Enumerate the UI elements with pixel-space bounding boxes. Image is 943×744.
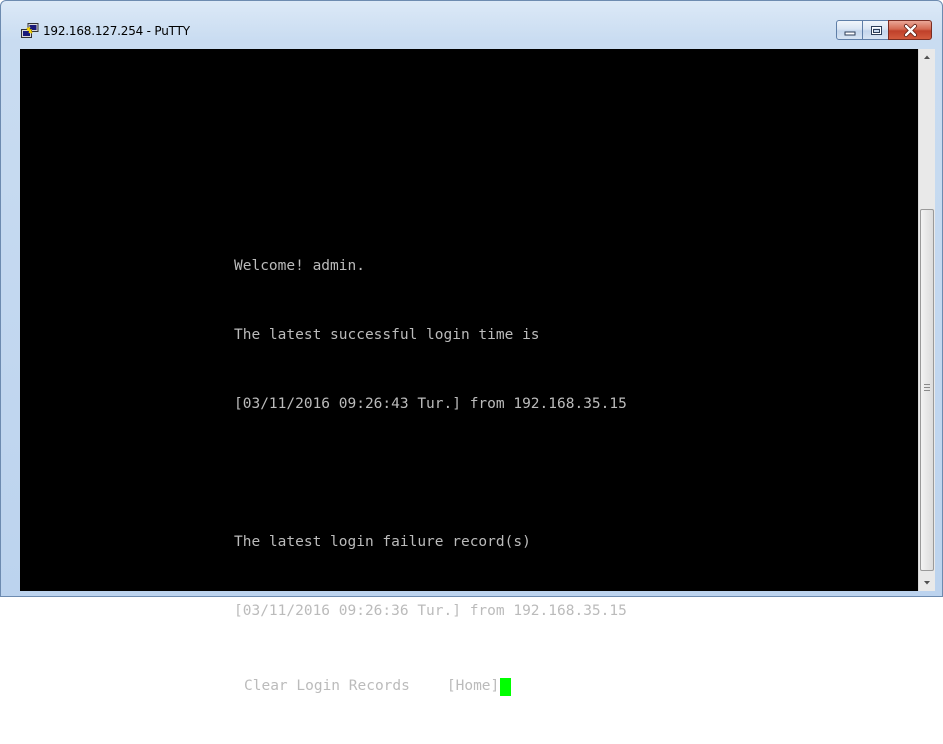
scroll-up-arrow-icon xyxy=(924,55,930,59)
window-title: 192.168.127.254 - PuTTY xyxy=(43,24,190,38)
clear-login-records-option[interactable]: Clear Login Records xyxy=(244,675,410,698)
putty-icon[interactable] xyxy=(21,23,39,39)
terminal-line-success-record: [03/11/2016 09:26:43 Tur.] from 192.168.… xyxy=(234,396,627,412)
minimize-icon xyxy=(844,31,856,36)
putty-window: 192.168.127.254 - PuTTY Welcome! admin. … xyxy=(0,0,943,696)
maximize-button[interactable] xyxy=(862,20,889,40)
scroll-down-button[interactable] xyxy=(919,574,935,591)
terminal-output: Welcome! admin. The latest successful lo… xyxy=(234,209,627,744)
scroll-down-arrow-icon xyxy=(924,581,930,585)
terminal-line-welcome: Welcome! admin. xyxy=(234,258,365,274)
close-button[interactable] xyxy=(888,20,932,40)
scroll-thumb[interactable] xyxy=(920,209,934,571)
minimize-button[interactable] xyxy=(836,20,863,40)
vertical-scrollbar[interactable] xyxy=(918,49,935,591)
terminal-screen[interactable]: Welcome! admin. The latest successful lo… xyxy=(20,49,918,696)
caption-buttons xyxy=(836,20,932,40)
scroll-up-button[interactable] xyxy=(919,49,935,66)
title-bar[interactable]: 192.168.127.254 - PuTTY xyxy=(1,1,942,47)
terminal-line-failure-heading: The latest login failure record(s) xyxy=(234,534,531,550)
close-icon xyxy=(904,24,917,37)
terminal-cursor xyxy=(500,677,512,696)
home-option[interactable]: [Home] xyxy=(447,675,499,698)
terminal-line-failure-record: [03/11/2016 09:26:36 Tur.] from 192.168.… xyxy=(234,603,627,619)
maximize-icon xyxy=(871,26,882,35)
terminal-line-success-heading: The latest successful login time is xyxy=(234,327,540,343)
terminal-menu: Clear Login Records [Home] xyxy=(234,675,627,698)
scroll-thumb-grip-icon xyxy=(924,384,930,391)
